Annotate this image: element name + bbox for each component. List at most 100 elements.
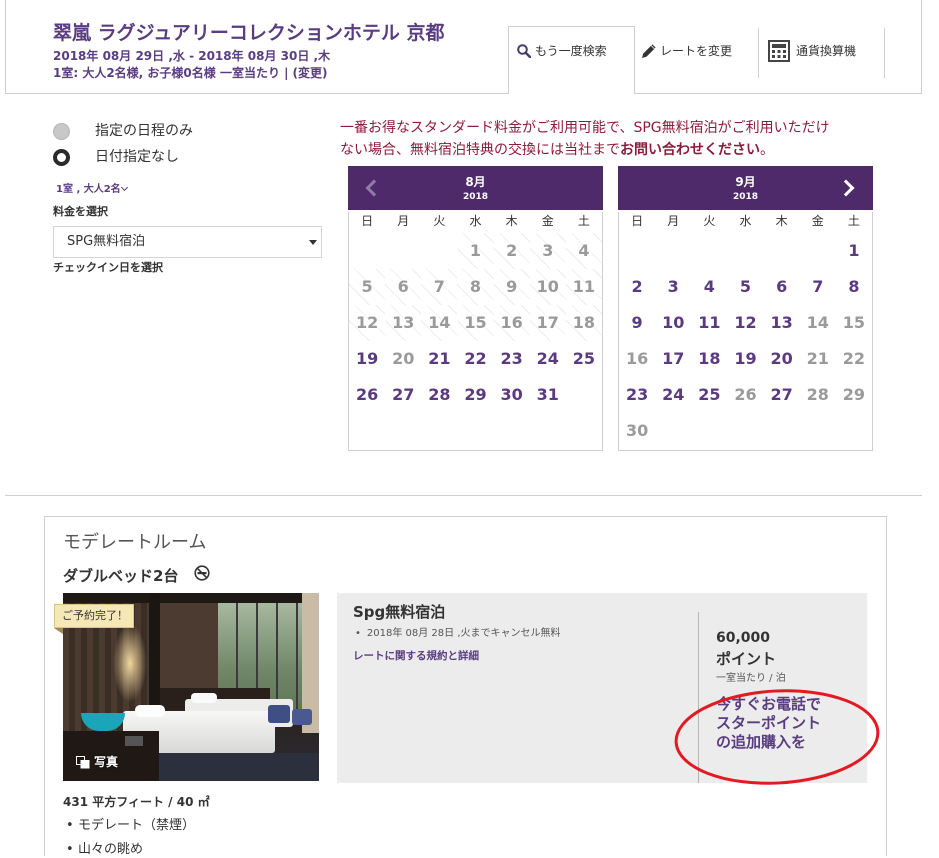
calendar-day[interactable]: 7 xyxy=(800,269,836,305)
calendar-day[interactable]: 5 xyxy=(727,269,763,305)
calendar-day[interactable]: 29 xyxy=(457,377,493,413)
calendar-day[interactable]: 21 xyxy=(421,341,457,377)
photo-label[interactable]: 写真 xyxy=(94,754,118,770)
weekday-label: 水 xyxy=(469,214,482,228)
calendar-day[interactable]: 19 xyxy=(349,341,385,377)
rate-name: Spg無料宿泊 xyxy=(353,603,446,621)
calendar-day[interactable]: 24 xyxy=(530,341,566,377)
bullet: • xyxy=(355,628,361,639)
calendar-day[interactable]: 8 xyxy=(836,269,872,305)
calendar-day[interactable]: 13 xyxy=(764,305,800,341)
tab-label: もう一度検索 xyxy=(535,44,607,58)
radio-specific-dates[interactable] xyxy=(53,123,70,140)
calendar-day: 13 xyxy=(385,305,422,341)
occupancy-summary: 1室: 大人2名様, お子様0名様 一室当たり | (変更) xyxy=(53,65,328,81)
hotel-name: 翠嵐 ラグジュアリーコレクションホテル 京都 xyxy=(53,22,445,44)
calendar-day[interactable]: 25 xyxy=(691,377,727,413)
change-search-link[interactable]: (変更) xyxy=(293,66,328,80)
photo-lamp-glow xyxy=(113,623,147,703)
calendar-day: 11 xyxy=(565,269,602,305)
room-feature-text: 山々の眺め xyxy=(78,842,144,857)
calendar-day[interactable]: 12 xyxy=(727,305,763,341)
tab-label: 通貨換算機 xyxy=(796,44,857,58)
calendar-day[interactable]: 24 xyxy=(655,377,691,413)
bullet: • xyxy=(66,818,74,833)
radio-label: 指定の日程のみ xyxy=(95,123,193,139)
radio-no-dates[interactable] xyxy=(53,149,70,166)
per-night-label: 一室当たり / 泊 xyxy=(716,673,786,684)
calendar-day[interactable]: 23 xyxy=(494,341,530,377)
calendar-day[interactable]: 9 xyxy=(619,305,655,341)
stay-dates: 2018年 08月 29日 ,水 - 2018年 08月 30日 ,木 xyxy=(53,49,331,63)
calendar-day[interactable]: 17 xyxy=(655,341,691,377)
weekday-label: 水 xyxy=(739,214,752,228)
calendar-month: 8月 xyxy=(465,175,486,189)
calendar-header: 9月 2018 xyxy=(618,166,873,210)
calendar-day[interactable]: 23 xyxy=(619,377,655,413)
calendar-day[interactable]: 10 xyxy=(655,305,691,341)
calendar-day[interactable]: 2 xyxy=(619,269,655,305)
rate-select-label: 料金を選択 xyxy=(53,205,108,218)
calendar-day: 5 xyxy=(349,269,386,305)
rooms-guests-toggle[interactable]: 1室 , 大人2名 xyxy=(56,184,121,196)
calendar-day: 28 xyxy=(806,385,829,404)
radio-label: 日付指定なし xyxy=(95,149,179,165)
calendar-day: 14 xyxy=(806,313,829,332)
calendar-day: 20 xyxy=(392,349,415,368)
empty-day-cell xyxy=(836,413,872,449)
weekday-label: 日 xyxy=(361,214,374,228)
calendar-day[interactable]: 20 xyxy=(764,341,800,377)
weekday-label: 日 xyxy=(631,214,644,228)
tab-label: レートを変更 xyxy=(660,44,733,58)
calendar-day: 8 xyxy=(457,269,494,305)
points-unit: ポイント xyxy=(716,650,777,668)
empty-day-cell xyxy=(691,233,727,269)
calendar-day[interactable]: 28 xyxy=(421,377,457,413)
date-grid: 1 2 3 4 5 6 7 8 9 10 11 12 13 14 15 16 17 18 19 20 21 22 23 24 2… xyxy=(619,233,872,449)
room-size: 431 平方フィート / 40 ㎡ xyxy=(63,795,210,809)
photo-pillow xyxy=(135,705,165,717)
calendar-day[interactable]: 27 xyxy=(764,377,800,413)
bed-type: ダブルベッド2台 xyxy=(63,567,179,585)
calendar-day: 3 xyxy=(529,233,566,269)
empty-day-cell xyxy=(655,233,691,269)
calendar-day[interactable]: 25 xyxy=(566,341,602,377)
calendar-august: 8月 2018 日月火水木金土 1 2 3 4 5 6 7 8 9 10 11 12 13 14 15 16 1… xyxy=(348,166,603,451)
rate-details-link[interactable]: レートに関する規約と詳細 xyxy=(353,649,479,663)
calendar-day[interactable]: 1 xyxy=(836,233,872,269)
notice-text: 。 xyxy=(760,142,774,158)
calendar-year: 2018 xyxy=(462,192,489,202)
calendar-body: 日月火水木金土 1 2 3 4 5 6 7 8 9 10 11 12 13 14 15 16 17 18 19 20 2… xyxy=(348,212,603,451)
empty-day-cell xyxy=(800,413,836,449)
rate-policy-text: 2018年 08月 28日 ,火までキャンセル無料 xyxy=(366,628,561,639)
calendar-day[interactable]: 27 xyxy=(385,377,421,413)
calendar-day: 18 xyxy=(565,305,602,341)
calendar-day[interactable]: 4 xyxy=(691,269,727,305)
calendar-day: 10 xyxy=(529,269,566,305)
weekday-row: 日月火水木金土 xyxy=(349,212,602,230)
calendar-day[interactable]: 26 xyxy=(349,377,385,413)
weekday-label: 土 xyxy=(847,214,860,228)
calendar-day[interactable]: 6 xyxy=(764,269,800,305)
notice-line: 一番お得なスタンダード料金がご利用可能で、SPG無料宿泊がご利用いただけ xyxy=(340,120,830,136)
booking-complete-badge: ご予約完了！ xyxy=(54,604,134,628)
calendar-day[interactable]: 18 xyxy=(691,341,727,377)
search-icon xyxy=(517,44,531,58)
notice-text: ない場合、無料宿泊特典の交換には当社まで xyxy=(340,142,620,158)
calendar-day[interactable]: 19 xyxy=(727,341,763,377)
tab-change-rate[interactable]: レートを変更 xyxy=(638,26,756,78)
contact-us-link[interactable]: お問い合わせください xyxy=(620,142,760,158)
tab-search-again[interactable]: もう一度検索 xyxy=(508,26,635,94)
calendar-day: 14 xyxy=(421,305,458,341)
calendar-day[interactable]: 3 xyxy=(655,269,691,305)
tab-currency-converter[interactable]: 通貨換算機 xyxy=(766,26,883,78)
calendar-day[interactable]: 11 xyxy=(691,305,727,341)
empty-day-cell xyxy=(727,413,763,449)
points-amount: 60,000 xyxy=(716,630,771,646)
calendar-day[interactable]: 30 xyxy=(494,377,530,413)
date-grid: 1 2 3 4 5 6 7 8 9 10 11 12 13 14 15 16 17 18 19 20 21 22 23 24 2… xyxy=(349,233,602,413)
calendar-day[interactable]: 31 xyxy=(530,377,566,413)
calendar-day: 15 xyxy=(457,305,494,341)
rate-select[interactable]: SPG無料宿泊 xyxy=(53,226,322,258)
calendar-day[interactable]: 22 xyxy=(457,341,493,377)
